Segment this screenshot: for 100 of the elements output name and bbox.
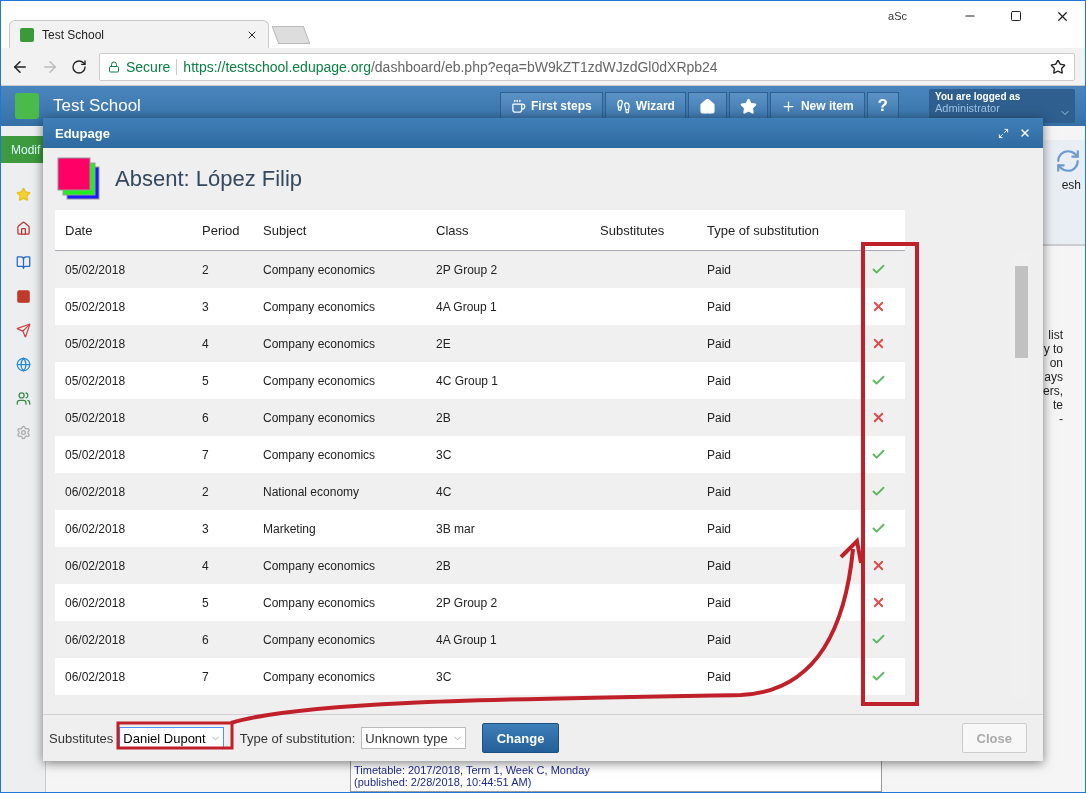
table-cell-text: Paid (706, 558, 733, 573)
table-cell-text: 05/02/2018 (64, 262, 127, 277)
modify-button[interactable]: Modif (1, 136, 45, 163)
browser-tab[interactable]: Test School (9, 20, 269, 48)
user-caption: You are logged as (935, 91, 1022, 102)
cup-icon (511, 98, 526, 114)
table-cell-text: 05/02/2018 (64, 373, 127, 388)
school-logo (15, 93, 39, 119)
table-cell-text: 06/02/2018 (64, 632, 127, 647)
table-cell-text: Company economics (262, 410, 377, 425)
table-cell-text: 3 (201, 299, 210, 314)
change-button[interactable]: Change (481, 723, 560, 753)
table-cell-text: 4A Group 1 (435, 299, 498, 314)
type-select[interactable]: Unknown type (361, 727, 466, 749)
table-cell-text: 06/02/2018 (64, 484, 127, 499)
table-cell-text: 05/02/2018 (64, 299, 127, 314)
table-cell-text: 06/02/2018 (64, 521, 127, 536)
url-text: https://testschool.edupage.org/dashboard/eb.php?eqa=bW9kZT1zdWJzdGl0dXRpb24 (183, 58, 719, 75)
table-cell-text: 06/02/2018 (64, 669, 127, 684)
absence-icon (57, 157, 101, 201)
star-icon[interactable] (15, 186, 31, 202)
table-cell-text: 3B mar (435, 521, 476, 536)
table-cell-text: 2B (435, 410, 452, 425)
substitutes-label: Substitutes (49, 730, 114, 746)
refresh-label[interactable]: esh (1061, 178, 1081, 192)
user-name: Administrator (935, 102, 1001, 114)
table-cell-text: Paid (706, 484, 733, 499)
column-header: Date (64, 222, 94, 238)
table-cell-text: Paid (706, 669, 733, 684)
user-menu[interactable]: You are logged as Administrator (929, 89, 1075, 123)
column-header: Type of substitution (706, 222, 820, 238)
table-cell-text: Paid (706, 632, 733, 647)
site-icon (20, 27, 34, 42)
people-icon[interactable] (15, 390, 31, 406)
table-cell-text: Company economics (262, 632, 377, 647)
globe-icon[interactable] (15, 356, 31, 372)
column-header: Period (201, 222, 241, 238)
toolbar-button[interactable]: Wizard (604, 92, 686, 120)
table-cell-text: 05/02/2018 (64, 336, 127, 351)
reload-icon[interactable] (71, 58, 87, 75)
star-button[interactable] (728, 92, 768, 120)
profile-label[interactable]: aSc (888, 10, 907, 22)
table-cell-text: 4C Group 1 (435, 373, 500, 388)
table-cell-text: 3C (435, 447, 453, 462)
table-cell-text: 2 (201, 484, 210, 499)
house-icon[interactable] (15, 220, 31, 236)
table-cell-text: 2 (201, 262, 210, 277)
table-cell-text: 06/02/2018 (64, 558, 127, 573)
table-cell-text: 7 (201, 669, 210, 684)
table-cell-text: 4 (201, 558, 210, 573)
bookmark-star-icon[interactable] (1050, 58, 1066, 75)
lock-icon (108, 60, 120, 73)
table-cell-text: Paid (706, 595, 733, 610)
table-cell-text: Paid (706, 299, 733, 314)
plus-icon (780, 98, 796, 114)
home-icon (698, 97, 716, 115)
table-cell-text: 3 (201, 521, 210, 536)
home-button[interactable] (687, 92, 727, 120)
table-cell-text: 05/02/2018 (64, 410, 127, 425)
table-cell-text: Company economics (262, 299, 377, 314)
table-cell-text: Paid (706, 262, 733, 277)
table-cell-text: Paid (706, 410, 733, 425)
table-cell-text: 2E (435, 336, 452, 351)
star-icon (739, 97, 757, 115)
table-cell-text: 05/02/2018 (64, 447, 127, 462)
table-cell-text: 3C (435, 669, 453, 684)
table-cell-text: Paid (706, 521, 733, 536)
timetable-info: Timetable: 2017/2018, Term 1, Week C, Monday (published: 2/28/2018, 10:44:51 AM) (350, 760, 882, 792)
table-cell-text: 2B (435, 558, 452, 573)
dialog-heading: Absent: López Filip (115, 166, 303, 192)
table-cell-text: 4A Group 1 (435, 632, 498, 647)
dialog-title: Edupage (55, 125, 111, 141)
table-cell-text: Paid (706, 447, 733, 462)
toolbar-button[interactable]: New item (769, 92, 865, 120)
tab-title: Test School (42, 27, 106, 42)
table-cell-text: Company economics (262, 336, 377, 351)
table-cell-text: Paid (706, 336, 733, 351)
address-bar[interactable]: Secure https://testschool.edupage.org/dashboard/eb.php?eqa=bW9kZT1zdWJzdGl0dXRpb24 (99, 52, 1075, 81)
table-cell-text: Company economics (262, 595, 377, 610)
school-title: Test School (53, 96, 142, 116)
help-button[interactable]: ? (866, 92, 899, 120)
table-cell-text: 7 (201, 447, 210, 462)
table-cell-text: Marketing (262, 521, 317, 536)
table-cell-text: 5 (201, 595, 210, 610)
table-cell-text: National economy (262, 484, 361, 499)
secure-label: Secure (126, 58, 171, 75)
column-header: Substitutes (599, 222, 666, 238)
toolbar-button[interactable]: First steps (500, 92, 603, 120)
refresh-icon[interactable] (1055, 148, 1081, 174)
table-cell-text: 4C (435, 484, 453, 499)
table-cell-text: Company economics (262, 669, 377, 684)
table-cell-text: Company economics (262, 558, 377, 573)
expand-icon[interactable] (998, 127, 1009, 139)
table-cell-text: Paid (706, 373, 733, 388)
table-cell-text: 4 (201, 336, 210, 351)
plane-icon[interactable] (15, 322, 31, 338)
maximize-icon[interactable] (1010, 10, 1022, 22)
table-cell-text: 2P Group 2 (435, 595, 499, 610)
column-header: Class (435, 222, 470, 238)
table-cell-text: 6 (201, 410, 210, 425)
